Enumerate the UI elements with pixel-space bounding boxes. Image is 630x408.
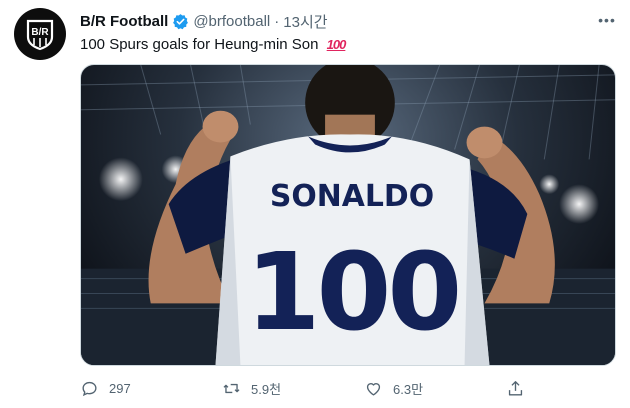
retweet-icon [223, 383, 240, 393]
separator-dot: · [274, 12, 280, 30]
reply-count: 297 [109, 380, 131, 396]
jersey-name: SONALDO [270, 179, 434, 214]
verified-badge-icon [172, 13, 189, 30]
tweet-text: 100 Spurs goals for Heung-min Son 100 [80, 36, 347, 53]
logo-text: B/R [31, 27, 49, 38]
reply-icon [82, 381, 97, 396]
tweet-time[interactable]: 13시간 [283, 11, 327, 32]
reply-button[interactable]: 297 [80, 379, 222, 398]
hundred-emoji-icon: 100 [326, 37, 347, 52]
retweet-count: 5.9천 [251, 381, 282, 397]
jersey-number: 100 [246, 230, 459, 355]
share-icon [508, 380, 523, 396]
like-button[interactable]: 6.3만 [364, 379, 506, 398]
like-count: 6.3만 [393, 381, 424, 397]
share-button[interactable] [506, 379, 535, 398]
stadium-jersey-illustration: SONALDO 100 [81, 65, 615, 365]
tweet-text-body: 100 Spurs goals for Heung-min Son [80, 36, 319, 53]
author-name[interactable]: B/R Football [80, 13, 168, 30]
tweet-image[interactable]: SONALDO 100 [80, 64, 616, 366]
author-handle[interactable]: @brfootball [193, 13, 270, 30]
br-logo-icon: B/R [26, 19, 54, 51]
retweet-button[interactable]: 5.9천 [222, 379, 364, 398]
more-icon[interactable]: ••• [596, 12, 618, 28]
tweet-actions: 297 5.9천 6.3만 [80, 374, 550, 402]
avatar[interactable]: B/R [14, 8, 66, 60]
tweet-header: B/R Football @brfootball · 13시간 [80, 11, 328, 31]
like-icon [366, 382, 381, 396]
